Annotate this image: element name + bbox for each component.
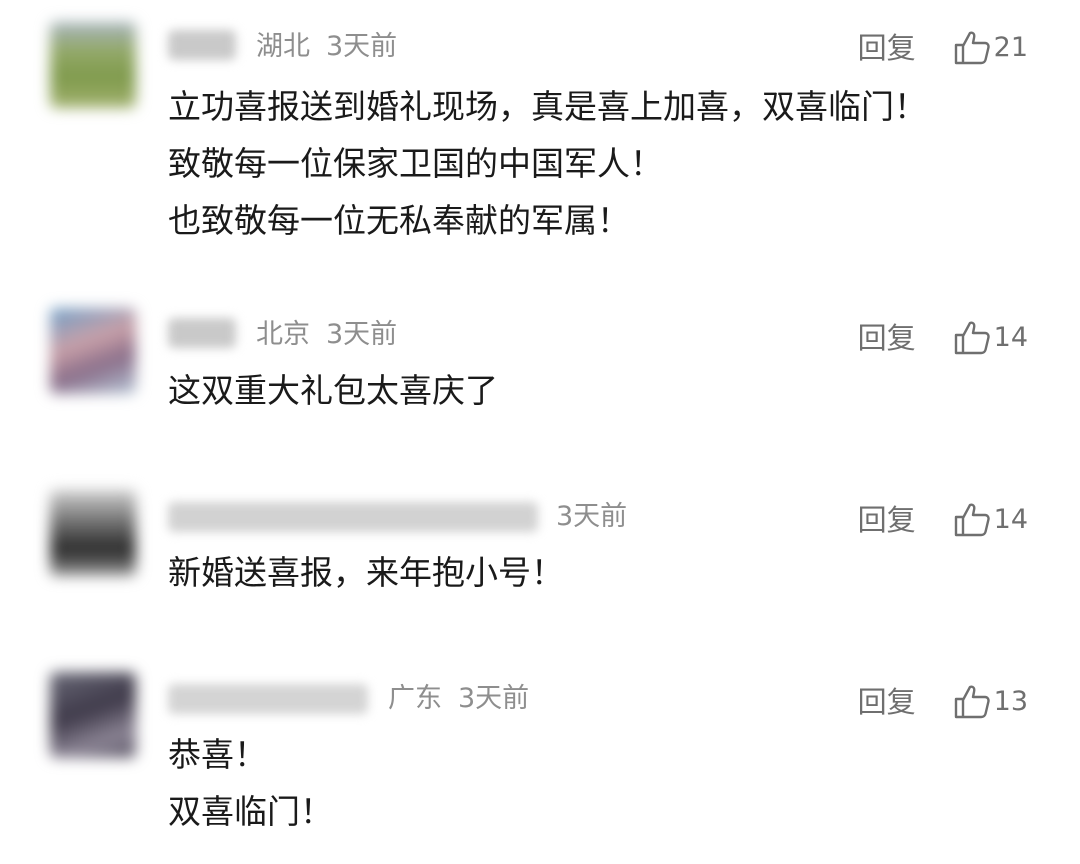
comment-text-line: 新婚送喜报，来年抱小号！ [168,553,564,592]
reply-button[interactable]: 回复 [858,500,916,540]
reply-button[interactable]: 回复 [858,318,916,358]
comment-text-line: 立功喜报送到婚礼现场，真是喜上加喜，双喜临门！ [168,87,927,126]
like-count: 13 [993,686,1028,717]
thumbs-up-icon[interactable] [952,318,992,358]
comment-content: 立功喜报送到婚礼现场，真是喜上加喜，双喜临门！ 致敬每一位保家卫国的中国军人！ … [168,78,1028,249]
thumbs-up-icon[interactable] [952,28,992,68]
like-count: 14 [993,322,1028,353]
comment-actions: 回复 21 [858,28,1028,68]
comment-content: 新婚送喜报，来年抱小号！ [168,544,1028,601]
comment-text-line: 也致敬每一位无私奉献的军属！ [168,201,630,240]
comment-meta: 3天前 [556,500,627,534]
reply-button[interactable]: 回复 [858,682,916,722]
like-count: 21 [993,32,1028,63]
username-blurred[interactable] [168,30,236,60]
reply-button[interactable]: 回复 [858,28,916,68]
like-count: 14 [993,504,1028,535]
comment-actions: 回复 14 [858,500,1028,540]
comment-content: 恭喜！ 双喜临门！ [168,726,1028,840]
comment-text-line: 双喜临门！ [168,792,333,831]
avatar[interactable] [50,308,136,394]
comment-text-line: 恭喜！ [168,735,267,774]
username-blurred[interactable] [168,502,538,532]
avatar[interactable] [50,22,136,108]
comment-actions: 回复 13 [858,682,1028,722]
username-blurred[interactable] [168,684,368,714]
comment-time: 3天前 [458,683,530,714]
avatar[interactable] [50,490,136,576]
comment-location: 广东 [388,683,442,714]
comment-location: 北京 [256,319,310,350]
comment-text-line: 这双重大礼包太喜庆了 [168,371,498,410]
comment-time: 3天前 [326,31,398,62]
comment-actions: 回复 14 [858,318,1028,358]
comment-content: 这双重大礼包太喜庆了 [168,362,1028,419]
comment-meta: 湖北 3天前 [256,30,397,64]
comment-time: 3天前 [556,501,628,532]
thumbs-up-icon[interactable] [952,500,992,540]
avatar[interactable] [50,672,136,758]
comment-meta: 北京 3天前 [256,318,397,352]
comment-meta: 广东 3天前 [388,682,529,716]
comment-list: 湖北 3天前 回复 21 立功喜报送到婚礼现场，真是喜上加喜，双喜临门！ 致敬每一… [0,0,1080,864]
username-blurred[interactable] [168,318,236,348]
comment-time: 3天前 [326,319,398,350]
thumbs-up-icon[interactable] [952,682,992,722]
comment-location: 湖北 [256,31,310,62]
comment-text-line: 致敬每一位保家卫国的中国军人！ [168,144,663,183]
